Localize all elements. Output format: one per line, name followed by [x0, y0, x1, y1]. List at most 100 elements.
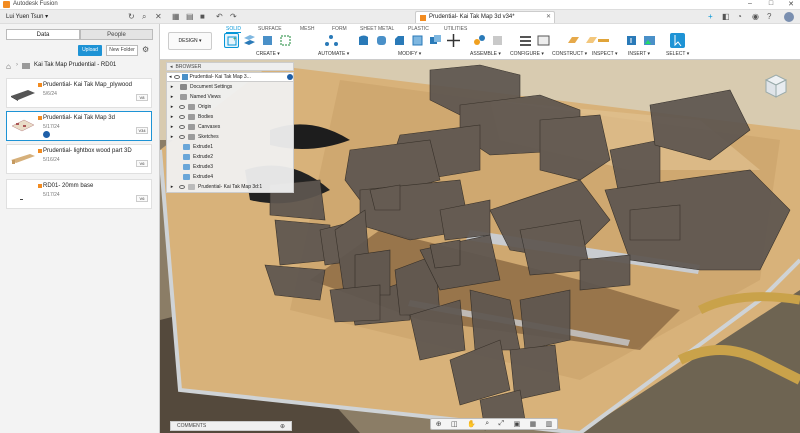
browser-item-document-settings[interactable]: ▸ Document Settings	[167, 82, 293, 92]
browser-item-extrude1[interactable]: Extrude1	[167, 142, 293, 152]
browser-item-component[interactable]: ▸ Prudential- Kai Tak Map 3d:1	[167, 182, 293, 192]
list-item[interactable]: Prudential- Kai Tak Map 3d 5/17/24 V34	[6, 111, 152, 141]
new-folder-button[interactable]: New Folder	[106, 45, 138, 56]
version-badge[interactable]: V6	[136, 195, 148, 202]
fit-icon[interactable]: ⤢	[499, 420, 505, 428]
as-built-joint-icon[interactable]	[490, 33, 505, 48]
visibility-eye-icon[interactable]	[179, 125, 185, 129]
move-icon[interactable]	[446, 33, 461, 48]
joint-icon[interactable]	[472, 33, 487, 48]
workspace-selector[interactable]: DESIGN ▾	[168, 32, 212, 50]
combine-icon[interactable]	[428, 33, 443, 48]
measure-icon[interactable]	[596, 33, 611, 48]
pan-icon[interactable]: ✋	[467, 420, 476, 428]
configure-menu[interactable]: CONFIGURE ▾	[510, 51, 544, 57]
canvas-viewport[interactable]: ◂ BROWSER ◂ Prudential- Kai Tak Map 3...…	[160, 60, 800, 433]
active-radio-icon[interactable]	[287, 74, 293, 80]
tab-surface[interactable]: SURFACE	[258, 26, 282, 32]
grid-menu-icon[interactable]: ▦	[172, 12, 180, 22]
new-tab-icon[interactable]: +	[708, 12, 713, 22]
tab-people[interactable]: People	[80, 29, 153, 40]
viewports-icon[interactable]: ▥	[546, 420, 553, 428]
collapse-chevron-icon[interactable]: ◂	[170, 64, 173, 70]
tab-sheet-metal[interactable]: SHEET METAL	[360, 26, 394, 32]
help-icon[interactable]: ?	[767, 12, 771, 22]
breadcrumb[interactable]: Kai Tak Map Prudential - RD01	[34, 62, 116, 68]
list-item[interactable]: Prudential- Kai Tak Map_plywood 5/6/24 V…	[6, 78, 152, 108]
browser-item-extrude4[interactable]: Extrude4	[167, 172, 293, 182]
close-tab-icon[interactable]: ✕	[546, 13, 551, 20]
avatar[interactable]	[784, 12, 794, 22]
tab-data[interactable]: Data	[6, 29, 80, 40]
browser-item-canvases[interactable]: ▸ Canvases	[167, 122, 293, 132]
visibility-eye-icon[interactable]	[179, 115, 185, 119]
browser-item-bodies[interactable]: ▸ Bodies	[167, 112, 293, 122]
insert-menu[interactable]: INSERT ▾	[628, 51, 650, 57]
insert-icon[interactable]	[624, 33, 639, 48]
chamfer-icon[interactable]	[392, 33, 407, 48]
visibility-eye-icon[interactable]	[179, 105, 185, 109]
expand-chevron-icon[interactable]: ◂	[169, 74, 172, 80]
look-at-icon[interactable]: ◫	[451, 420, 458, 428]
document-tab[interactable]: Prudential- Kai Tak Map 3d v34* ✕	[415, 11, 555, 23]
create-sketch-icon[interactable]: +	[224, 33, 239, 48]
notifications-icon[interactable]: ◉	[752, 12, 759, 22]
tab-plastic[interactable]: PLASTIC	[408, 26, 429, 32]
fillet-icon[interactable]	[374, 33, 389, 48]
tab-solid[interactable]: SOLID	[226, 26, 242, 33]
select-icon[interactable]	[670, 33, 685, 48]
display-settings-icon[interactable]: ▣	[514, 420, 521, 428]
browser-item-named-views[interactable]: ▸ Named Views	[167, 92, 293, 102]
redo-icon[interactable]: ↷	[230, 12, 237, 22]
settings-gear-icon[interactable]: ⚙	[142, 45, 149, 55]
browser-item-sketches[interactable]: ▸ Sketches	[167, 132, 293, 142]
automate-icon[interactable]	[324, 33, 339, 48]
list-item[interactable]: RD01- 20mm base 5/17/24 V6	[6, 179, 152, 209]
browser-item-extrude2[interactable]: Extrude2	[167, 152, 293, 162]
version-badge[interactable]: V6	[136, 160, 148, 167]
comments-bar[interactable]: COMMENTS ⊕	[170, 421, 292, 431]
search-icon[interactable]: ⌕	[142, 12, 146, 22]
user-menu[interactable]: Lui Yuen Tsun ▾	[6, 13, 48, 20]
insert-canvas-icon[interactable]	[642, 33, 657, 48]
construct-plane-icon[interactable]	[566, 33, 581, 48]
select-menu[interactable]: SELECT ▾	[666, 51, 689, 57]
home-icon[interactable]: ⌂	[6, 62, 11, 72]
tab-form[interactable]: FORM	[332, 26, 347, 32]
grid-settings-icon[interactable]: ▦	[530, 420, 537, 428]
extensions-icon[interactable]: ◧	[722, 12, 730, 22]
add-comment-icon[interactable]: ⊕	[280, 423, 285, 430]
maximize-icon[interactable]: □	[762, 0, 780, 7]
shell-icon[interactable]	[410, 33, 425, 48]
create-menu[interactable]: CREATE ▾	[256, 51, 280, 57]
browser-item-origin[interactable]: ▸ Origin	[167, 102, 293, 112]
job-status-icon[interactable]: ◔	[737, 12, 742, 22]
press-pull-icon[interactable]	[356, 33, 371, 48]
close-window-icon[interactable]: ✕	[782, 0, 800, 8]
list-item[interactable]: Prudential- lightbox wood part 3D 5/16/2…	[6, 144, 152, 174]
modify-menu[interactable]: MODIFY ▾	[398, 51, 421, 57]
browser-item-extrude3[interactable]: Extrude3	[167, 162, 293, 172]
tab-mesh[interactable]: MESH	[300, 26, 314, 32]
refresh-icon[interactable]: ↻	[128, 12, 135, 22]
visibility-eye-icon[interactable]	[179, 185, 185, 189]
upload-button[interactable]: Upload	[78, 45, 102, 56]
table-icon[interactable]	[536, 33, 551, 48]
form-icon[interactable]	[278, 33, 293, 48]
version-badge[interactable]: V34	[136, 127, 148, 134]
visibility-eye-icon[interactable]	[173, 75, 180, 79]
zoom-icon[interactable]: ⌕	[485, 420, 489, 428]
version-badge[interactable]: V8	[136, 94, 148, 101]
browser-root[interactable]: ◂ Prudential- Kai Tak Map 3...	[166, 72, 294, 82]
automate-menu[interactable]: AUTOMATE ▾	[318, 51, 349, 57]
orbit-icon[interactable]: ⊕	[436, 420, 442, 428]
assemble-menu[interactable]: ASSEMBLE ▾	[470, 51, 501, 57]
extrude-icon[interactable]	[242, 33, 257, 48]
construct-menu[interactable]: CONSTRUCT ▾	[552, 51, 587, 57]
view-cube[interactable]	[760, 70, 790, 100]
box-icon[interactable]	[260, 33, 275, 48]
inspect-menu[interactable]: INSPECT ▾	[592, 51, 618, 57]
visibility-eye-icon[interactable]	[179, 135, 185, 139]
configure-icon[interactable]	[518, 33, 533, 48]
close-panel-icon[interactable]: ✕	[155, 12, 162, 22]
